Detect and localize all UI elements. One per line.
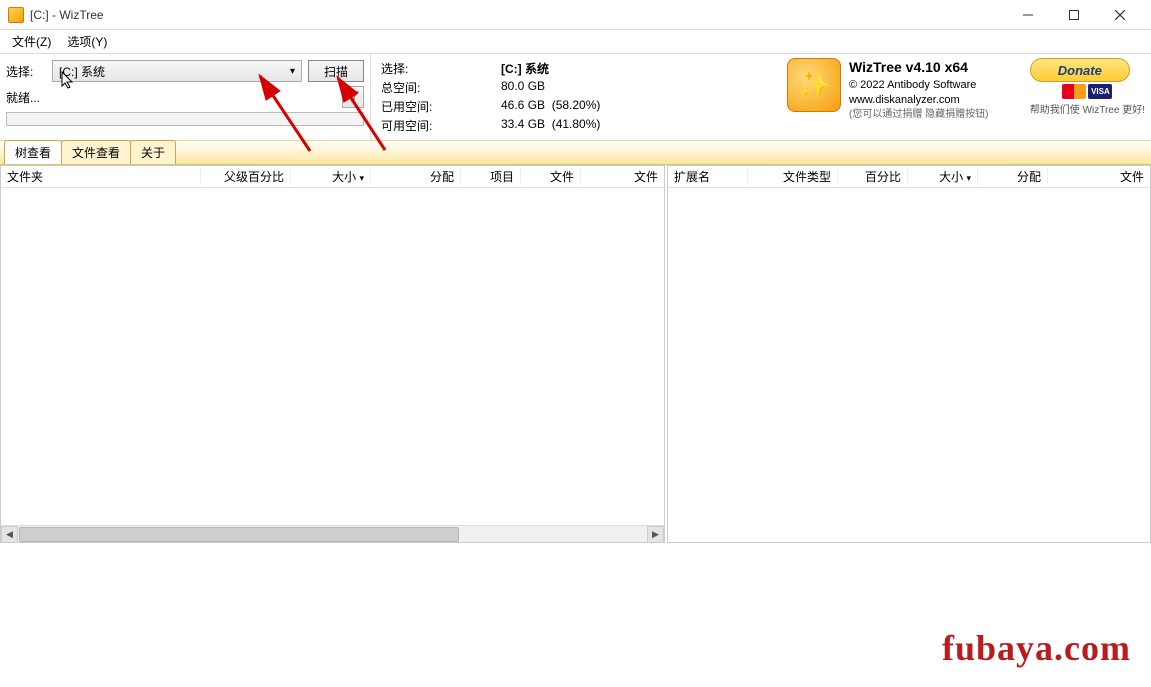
right-pane: 扩展名 文件类型 百分比 大小 ▾ 分配 文件	[667, 165, 1151, 543]
filter-icon	[347, 91, 359, 103]
drive-select-value: [C:] 系统	[59, 63, 105, 80]
left-pane-body[interactable]	[1, 188, 664, 525]
scroll-thumb[interactable]	[19, 527, 459, 542]
app-icon	[8, 7, 24, 23]
donate-panel: Donate VISA 帮助我们使 WizTree 更好!	[1030, 58, 1145, 136]
scroll-left-icon[interactable]: ◀	[1, 526, 18, 543]
tabs: 树查看 文件查看 关于	[0, 141, 1151, 165]
info-select-label: 选择:	[381, 60, 501, 77]
col-pct[interactable]: 百分比	[838, 168, 908, 185]
minimize-button[interactable]	[1005, 0, 1051, 30]
left-columns: 文件夹 父级百分比 大小 ▾ 分配 项目 文件 文件	[1, 166, 664, 188]
col-size-r[interactable]: 大小 ▾	[908, 168, 978, 185]
maximize-button[interactable]	[1051, 0, 1097, 30]
info-used-value: 46.6 GB	[501, 98, 545, 112]
info-total-label: 总空间:	[381, 79, 501, 96]
info-total-value: 80.0 GB	[501, 79, 641, 96]
left-pane: 文件夹 父级百分比 大小 ▾ 分配 项目 文件 文件 ◀ ▶	[0, 165, 665, 543]
col-type[interactable]: 文件类型	[748, 168, 838, 185]
close-icon	[1115, 10, 1125, 20]
product-hint: (您可以通过捐赠 隐藏捐赠按钮)	[849, 108, 988, 122]
col-alloc-r[interactable]: 分配	[978, 168, 1048, 185]
chevron-down-icon: ▾	[290, 66, 295, 77]
menu-file[interactable]: 文件(Z)	[4, 31, 59, 52]
left-hscrollbar[interactable]: ◀ ▶	[1, 525, 664, 542]
col-files-r[interactable]: 文件	[1048, 168, 1150, 185]
titlebar: [C:] - WizTree	[0, 0, 1151, 30]
mastercard-icon	[1062, 84, 1086, 99]
product-url[interactable]: www.diskanalyzer.com	[849, 93, 988, 108]
menubar: 文件(Z) 选项(Y)	[0, 30, 1151, 54]
info-free-value: 33.4 GB	[501, 117, 545, 131]
right-columns: 扩展名 文件类型 百分比 大小 ▾ 分配 文件	[668, 166, 1150, 188]
col-items[interactable]: 项目	[461, 168, 521, 185]
minimize-icon	[1023, 10, 1033, 20]
status-label: 就绪...	[6, 89, 40, 106]
visa-icon: VISA	[1088, 84, 1112, 99]
menu-options[interactable]: 选项(Y)	[59, 31, 115, 52]
info-free-pct: (41.80%)	[552, 117, 601, 131]
col-parent-pct[interactable]: 父级百分比	[201, 168, 291, 185]
progress-bar	[6, 112, 364, 126]
product-copyright: © 2022 Antibody Software	[849, 78, 988, 93]
product-info: WizTree v4.10 x64 © 2022 Antibody Softwa…	[849, 58, 988, 136]
info-used-pct: (58.20%)	[552, 98, 601, 112]
col-ext[interactable]: 扩展名	[668, 168, 748, 185]
scroll-right-icon[interactable]: ▶	[647, 526, 664, 543]
col-alloc[interactable]: 分配	[371, 168, 461, 185]
scroll-track[interactable]	[18, 526, 647, 543]
info-select-value: [C:] 系统	[501, 60, 641, 77]
donate-button[interactable]: Donate	[1030, 58, 1130, 82]
toolbar-left: 选择: [C:] 系统 ▾ 扫描 就绪...	[0, 54, 370, 140]
maximize-icon	[1069, 10, 1079, 20]
toolbar-area: 选择: [C:] 系统 ▾ 扫描 就绪... 选择: [C:] 系统 总空间: …	[0, 54, 1151, 141]
panes: 文件夹 父级百分比 大小 ▾ 分配 项目 文件 文件 ◀ ▶ 扩展名 文件类型 …	[0, 165, 1151, 543]
col-folder[interactable]: 文件夹	[1, 168, 201, 185]
col-files[interactable]: 文件	[521, 168, 581, 185]
window-title: [C:] - WizTree	[30, 8, 1005, 22]
sort-desc-icon: ▾	[359, 173, 364, 183]
right-pane-body[interactable]	[668, 188, 1150, 542]
close-button[interactable]	[1097, 0, 1143, 30]
select-label: 选择:	[6, 63, 46, 80]
info-free-label: 可用空间:	[381, 117, 501, 134]
col-size[interactable]: 大小 ▾	[291, 168, 371, 185]
filter-button[interactable]	[342, 86, 364, 108]
watermark: fubaya.com	[942, 627, 1131, 669]
scan-button[interactable]: 扫描	[308, 60, 364, 82]
tab-about[interactable]: 关于	[130, 140, 176, 164]
col-folders[interactable]: 文件	[581, 168, 664, 185]
wiztree-icon: ✨	[787, 58, 841, 112]
info-panel: 选择: [C:] 系统 总空间: 80.0 GB 已用空间: 46.6 GB (…	[370, 54, 781, 140]
product-panel: ✨ WizTree v4.10 x64 © 2022 Antibody Soft…	[781, 54, 1151, 140]
product-title: WizTree v4.10 x64	[849, 58, 988, 78]
drive-select[interactable]: [C:] 系统 ▾	[52, 60, 302, 82]
donate-subtitle: 帮助我们使 WizTree 更好!	[1030, 101, 1145, 116]
sort-desc-icon: ▾	[966, 173, 971, 183]
tab-tree[interactable]: 树查看	[4, 140, 62, 164]
tab-file[interactable]: 文件查看	[61, 140, 131, 164]
info-used-label: 已用空间:	[381, 98, 501, 115]
